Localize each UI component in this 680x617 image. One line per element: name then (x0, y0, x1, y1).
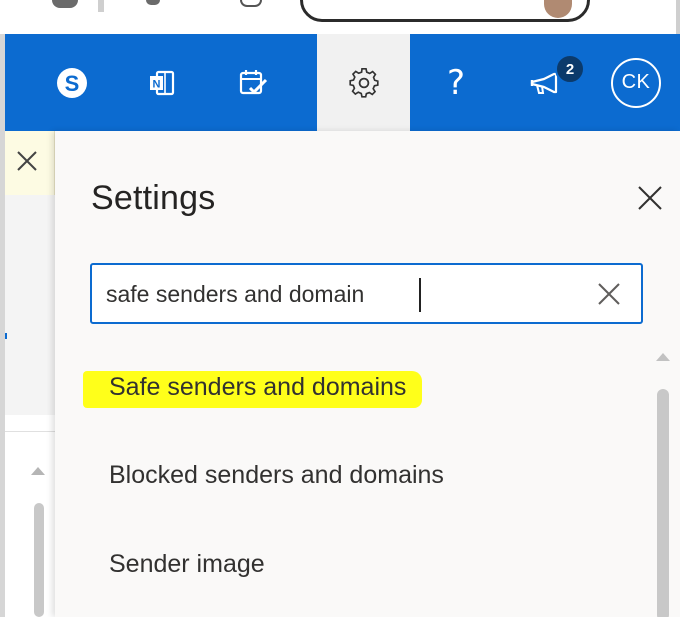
scroll-up-arrow-icon[interactable] (656, 353, 670, 361)
text-cursor (419, 278, 421, 312)
onenote-feed-icon: N (150, 70, 175, 95)
gear-icon (348, 67, 379, 98)
settings-panel: Settings Safe senders and domains Blocke… (55, 131, 680, 617)
scrollbar-thumb[interactable] (657, 389, 669, 617)
whats-new-button[interactable]: 2 (501, 34, 591, 131)
settings-search-input[interactable] (106, 275, 576, 313)
mail-list-area (5, 195, 55, 415)
my-day-icon (239, 69, 268, 94)
browser-icon-fragment (240, 0, 262, 7)
close-icon[interactable] (13, 147, 41, 175)
browser-separator (98, 0, 104, 12)
account-button[interactable]: CK (591, 34, 680, 131)
browser-edge (676, 0, 680, 34)
account-avatar: CK (611, 57, 661, 108)
outlook-window: S N ? 2 CK Settings safe senders and dom… (0, 0, 680, 617)
browser-toolbar-fragment (0, 0, 680, 34)
search-result-safe-senders[interactable]: Safe senders and domains (83, 371, 423, 408)
settings-title: Settings (91, 179, 216, 217)
skype-button[interactable]: S (27, 34, 117, 131)
settings-button[interactable] (317, 34, 410, 131)
search-result-sender-image[interactable]: Sender image (109, 550, 265, 579)
selection-indicator (5, 333, 7, 339)
browser-icon-fragment (146, 0, 160, 5)
my-day-button[interactable] (208, 34, 298, 131)
clear-search-icon[interactable] (594, 279, 624, 309)
settings-search-box (90, 263, 643, 324)
outlook-header-bar: S N ? 2 CK (5, 34, 680, 131)
help-icon: ? (446, 62, 466, 103)
divider (5, 431, 55, 432)
scrollbar-thumb[interactable] (34, 503, 44, 617)
search-result-blocked-senders[interactable]: Blocked senders and domains (109, 461, 444, 490)
notification-banner (5, 131, 55, 195)
notification-count-badge: 2 (555, 54, 585, 84)
skype-icon: S (57, 67, 87, 98)
close-icon[interactable] (633, 181, 667, 215)
svg-text:S: S (65, 71, 80, 96)
onenote-feed-button[interactable]: N (117, 34, 207, 131)
browser-icon-fragment (52, 0, 78, 8)
scroll-up-arrow-icon[interactable] (31, 467, 45, 475)
mail-list-background (5, 131, 55, 617)
help-button[interactable]: ? (411, 34, 501, 131)
svg-text:N: N (153, 78, 161, 90)
